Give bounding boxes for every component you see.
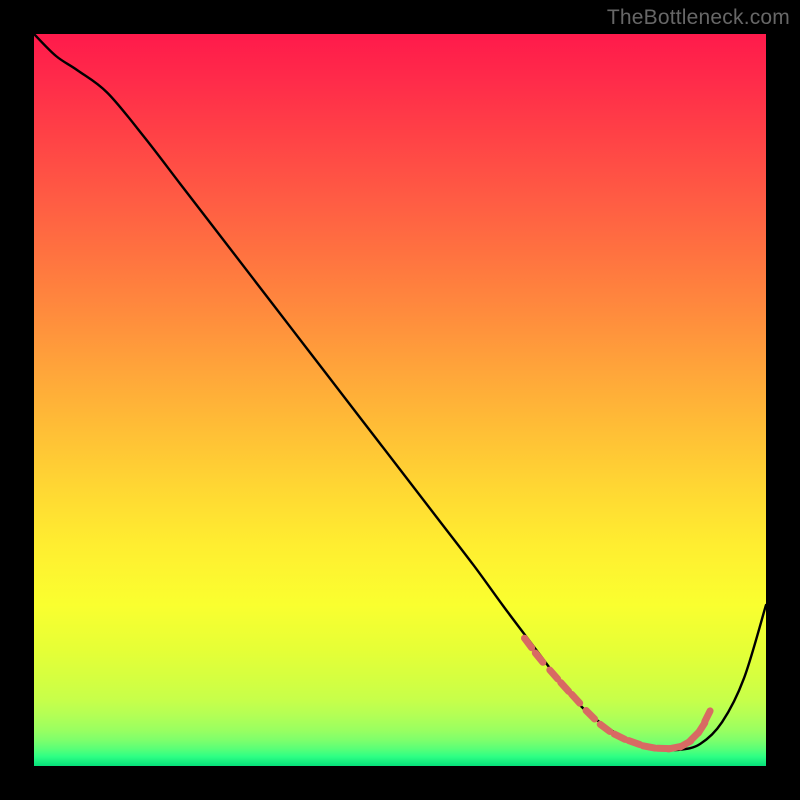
sweet-spot-marker [561, 683, 569, 692]
plot-area [34, 34, 766, 766]
sweet-spot-marker [614, 734, 625, 739]
sweet-spot-marker [550, 670, 558, 679]
bottleneck-curve [34, 34, 766, 750]
chart-frame: TheBottleneck.com [0, 0, 800, 800]
sweet-spot-marker [705, 711, 710, 722]
sweet-spot-markers [525, 638, 711, 749]
curve-group [34, 34, 766, 750]
sweet-spot-marker [535, 653, 543, 662]
watermark-text: TheBottleneck.com [607, 6, 790, 30]
sweet-spot-marker [586, 711, 595, 720]
sweet-spot-marker [525, 638, 532, 648]
sweet-spot-marker [572, 694, 580, 703]
sweet-spot-marker [600, 724, 610, 731]
sweet-spot-marker [629, 741, 640, 745]
sweet-spot-marker [643, 746, 655, 748]
bottleneck-curve-svg [34, 34, 766, 766]
